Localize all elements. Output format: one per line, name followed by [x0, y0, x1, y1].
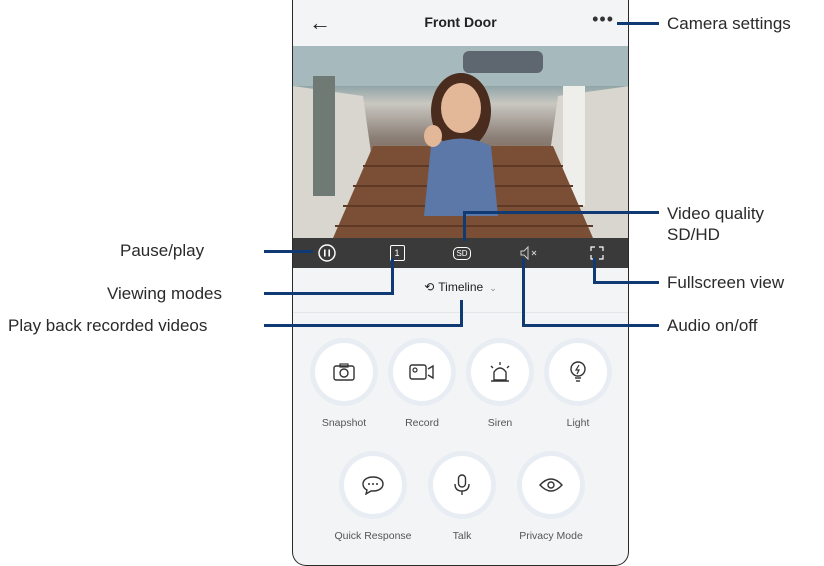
- callout-audio: Audio on/off: [667, 316, 758, 335]
- viewing-mode-button[interactable]: 1: [387, 243, 407, 263]
- more-options-icon[interactable]: •••: [592, 9, 614, 30]
- talk-label: Talk: [452, 530, 472, 542]
- snapshot-label: Snapshot: [321, 417, 367, 429]
- privacy-mode-label: Privacy Mode: [519, 530, 583, 542]
- siren-label: Siren: [487, 417, 513, 429]
- callout-video-quality: Video quality: [667, 204, 765, 223]
- talk-button[interactable]: [433, 456, 491, 514]
- callout-playback: Play back recorded videos: [8, 316, 208, 335]
- chat-bubble-icon: [362, 476, 384, 495]
- video-quality-connector-v: [463, 211, 466, 241]
- chevron-down-icon: ⌄: [489, 283, 497, 293]
- quality-button[interactable]: SD: [451, 243, 473, 263]
- record-button[interactable]: [393, 343, 451, 401]
- video-quality-connector-h: [463, 211, 659, 214]
- light-label: Light: [566, 417, 590, 429]
- live-video-feed[interactable]: [293, 46, 628, 238]
- pause-button[interactable]: [317, 243, 337, 263]
- callout-camera-settings: Camera settings: [667, 14, 791, 33]
- quick-response-button[interactable]: [344, 456, 402, 514]
- fullscreen-connector-v: [593, 258, 596, 284]
- top-bar: ← Front Door •••: [293, 0, 628, 46]
- light-bulb-icon: [570, 361, 586, 382]
- video-record-icon: [409, 364, 434, 380]
- audio-connector-h: [522, 324, 659, 327]
- fullscreen-button[interactable]: [587, 243, 607, 263]
- quick-response-action[interactable]: Quick Response: [333, 456, 413, 542]
- snapshot-button[interactable]: [315, 343, 373, 401]
- timeline-label: Timeline: [438, 280, 484, 294]
- quality-value: SD: [453, 246, 471, 260]
- callout-video-quality-options: SD/HD: [667, 225, 720, 244]
- microphone-icon: [454, 474, 470, 495]
- video-control-bar: 1 SD: [293, 238, 628, 268]
- quick-response-label: Quick Response: [334, 530, 412, 542]
- record-label: Record: [405, 417, 439, 429]
- light-button[interactable]: [549, 343, 607, 401]
- mute-button[interactable]: [517, 243, 543, 263]
- viewing-modes-connector-v: [391, 258, 394, 295]
- callout-viewing-modes: Viewing modes: [107, 284, 222, 303]
- camera-icon: [333, 363, 355, 381]
- eye-icon: [539, 478, 563, 492]
- camera-settings-connector: [617, 22, 659, 25]
- playback-connector-h: [264, 324, 463, 327]
- fullscreen-connector-h: [593, 281, 659, 284]
- history-icon: ⟲: [424, 280, 435, 294]
- snapshot-action[interactable]: Snapshot: [304, 343, 384, 429]
- light-action[interactable]: Light: [538, 343, 618, 429]
- phone-frame: ← Front Door ••• 1 SD ⟲ Timeline ⌄ Snaps…: [292, 0, 629, 566]
- siren-button[interactable]: [471, 343, 529, 401]
- record-action[interactable]: Record: [382, 343, 462, 429]
- playback-connector-v: [460, 300, 463, 327]
- privacy-mode-action[interactable]: Privacy Mode: [511, 456, 591, 542]
- privacy-mode-button[interactable]: [522, 456, 580, 514]
- siren-action[interactable]: Siren: [460, 343, 540, 429]
- pause-icon: [318, 244, 336, 262]
- viewing-modes-connector-h: [264, 292, 394, 295]
- page-title: Front Door: [424, 14, 497, 30]
- pause-play-connector: [264, 250, 313, 253]
- siren-icon: [490, 362, 510, 382]
- callout-pause-play: Pause/play: [120, 241, 205, 260]
- talk-action[interactable]: Talk: [422, 456, 502, 542]
- callout-fullscreen: Fullscreen view: [667, 273, 785, 292]
- video-scene: [293, 46, 628, 238]
- audio-connector-v: [522, 258, 525, 327]
